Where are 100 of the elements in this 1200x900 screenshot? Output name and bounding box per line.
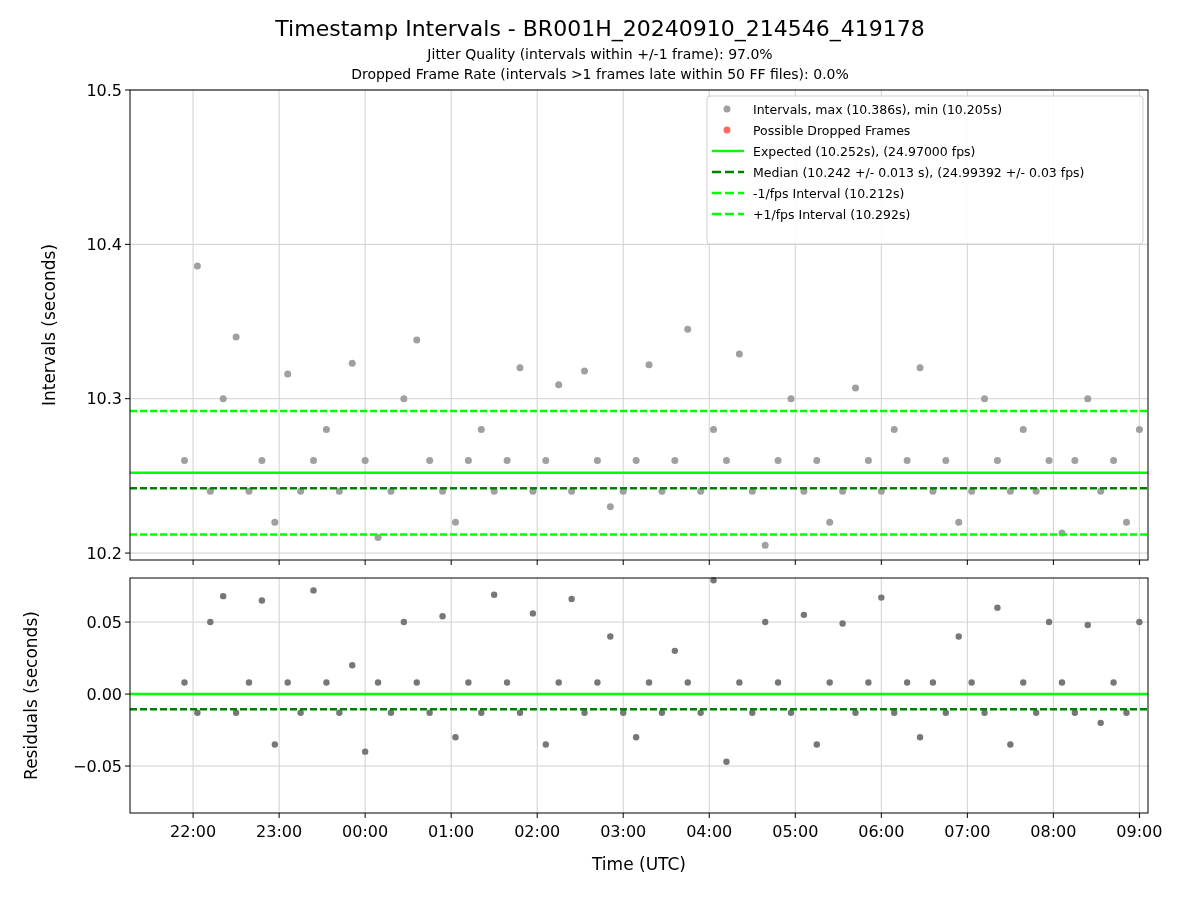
- data-point: [413, 336, 421, 344]
- data-point: [361, 748, 369, 755]
- data-point: [658, 487, 666, 495]
- data-point: [903, 456, 911, 464]
- data-point: [206, 487, 214, 495]
- data-point: [336, 709, 343, 716]
- data-point: [361, 456, 369, 464]
- data-point: [916, 364, 924, 372]
- data-point: [478, 709, 485, 716]
- legend-label: Intervals, max (10.386s), min (10.205s): [753, 101, 1003, 117]
- data-point: [451, 518, 459, 526]
- axis-label: Time (UTC): [592, 854, 686, 874]
- data-point: [181, 679, 188, 686]
- data-point: [491, 591, 498, 598]
- data-point: [464, 456, 472, 464]
- axis-label: Intervals (seconds): [39, 243, 59, 407]
- data-point: [503, 679, 511, 686]
- data-point: [890, 426, 898, 434]
- data-point: [581, 709, 588, 716]
- data-point: [826, 679, 833, 686]
- legend-marker-icon: [723, 105, 731, 113]
- data-point: [232, 333, 240, 341]
- data-point: [323, 679, 330, 686]
- data-point: [813, 456, 821, 464]
- data-point: [1136, 618, 1143, 626]
- tick-label: 22:00: [170, 822, 217, 841]
- data-point: [400, 395, 408, 403]
- tick-label: 0.05: [86, 612, 122, 632]
- data-point: [542, 456, 550, 464]
- data-point: [955, 518, 963, 526]
- data-point: [490, 487, 498, 495]
- data-point: [994, 604, 1001, 611]
- data-point: [1084, 621, 1091, 629]
- data-point: [348, 359, 356, 367]
- chart-subtitle: Jitter Quality (intervals within +/-1 frame): 97.0%: [427, 45, 773, 64]
- data-point: [1032, 487, 1040, 495]
- legend-label: Possible Dropped Frames: [753, 122, 911, 138]
- data-point: [916, 734, 924, 741]
- data-point: [697, 487, 705, 495]
- data-point: [594, 679, 601, 686]
- data-point: [335, 487, 343, 495]
- data-point: [439, 613, 446, 620]
- data-point: [865, 679, 872, 686]
- data-point: [878, 594, 885, 601]
- legend-label: +1/fps Interval (10.292s): [753, 206, 911, 222]
- data-point: [813, 741, 820, 748]
- legend-label: -1/fps Interval (10.212s): [753, 185, 905, 201]
- data-point: [774, 456, 782, 464]
- tick-label: 10.5: [86, 80, 122, 100]
- data-point: [968, 487, 976, 495]
- data-point: [671, 456, 679, 464]
- data-point: [207, 618, 214, 626]
- data-point: [748, 487, 756, 495]
- data-point: [284, 679, 291, 686]
- data-point: [632, 734, 640, 741]
- data-point: [310, 456, 318, 464]
- data-point: [761, 541, 769, 549]
- data-point: [220, 592, 227, 600]
- tick-label: 04:00: [686, 822, 733, 841]
- data-point: [349, 662, 356, 669]
- data-point: [903, 679, 911, 686]
- data-point: [555, 679, 562, 686]
- legend-label: Median (10.242 +/- 0.013 s), (24.99392 +/- 0.03 fps): [753, 164, 1085, 180]
- data-point: [452, 734, 459, 741]
- data-point: [929, 487, 937, 495]
- data-point: [735, 350, 743, 358]
- data-point: [568, 487, 576, 495]
- data-point: [297, 487, 305, 495]
- data-point: [1058, 679, 1066, 686]
- data-point: [877, 487, 885, 495]
- data-point: [619, 487, 627, 495]
- data-point: [310, 587, 317, 594]
- data-point: [1110, 456, 1118, 464]
- data-point: [387, 487, 395, 495]
- tick-label: 10.2: [86, 543, 122, 563]
- legend-line-icon: [712, 212, 744, 216]
- data-point: [258, 597, 266, 604]
- data-point: [1006, 487, 1014, 495]
- tick-label: 08:00: [1030, 822, 1077, 841]
- data-point: [581, 367, 588, 375]
- chart-title: Timestamp Intervals - BR001H_20240910_214546_419178: [275, 15, 925, 44]
- tick-label: 09:00: [1116, 822, 1163, 841]
- chart-subtitle: Dropped Frame Rate (intervals >1 frames late within 50 FF files): 0.0%: [351, 65, 849, 84]
- data-point: [632, 456, 640, 464]
- data-point: [219, 395, 227, 403]
- data-point: [1045, 618, 1053, 626]
- data-point: [503, 456, 511, 464]
- data-point: [271, 741, 278, 748]
- tick-label: 02:00: [514, 822, 561, 841]
- data-point: [322, 426, 330, 434]
- data-point: [787, 709, 795, 716]
- data-point: [1019, 426, 1027, 434]
- data-point: [1045, 456, 1053, 464]
- data-point: [968, 679, 975, 686]
- data-point: [839, 620, 846, 627]
- tick-label: 10.3: [86, 389, 122, 409]
- tick-label: 23:00: [256, 822, 303, 841]
- legend-label: Expected (10.252s), (24.97000 fps): [753, 143, 976, 159]
- data-point: [658, 709, 666, 716]
- data-point: [1084, 395, 1092, 403]
